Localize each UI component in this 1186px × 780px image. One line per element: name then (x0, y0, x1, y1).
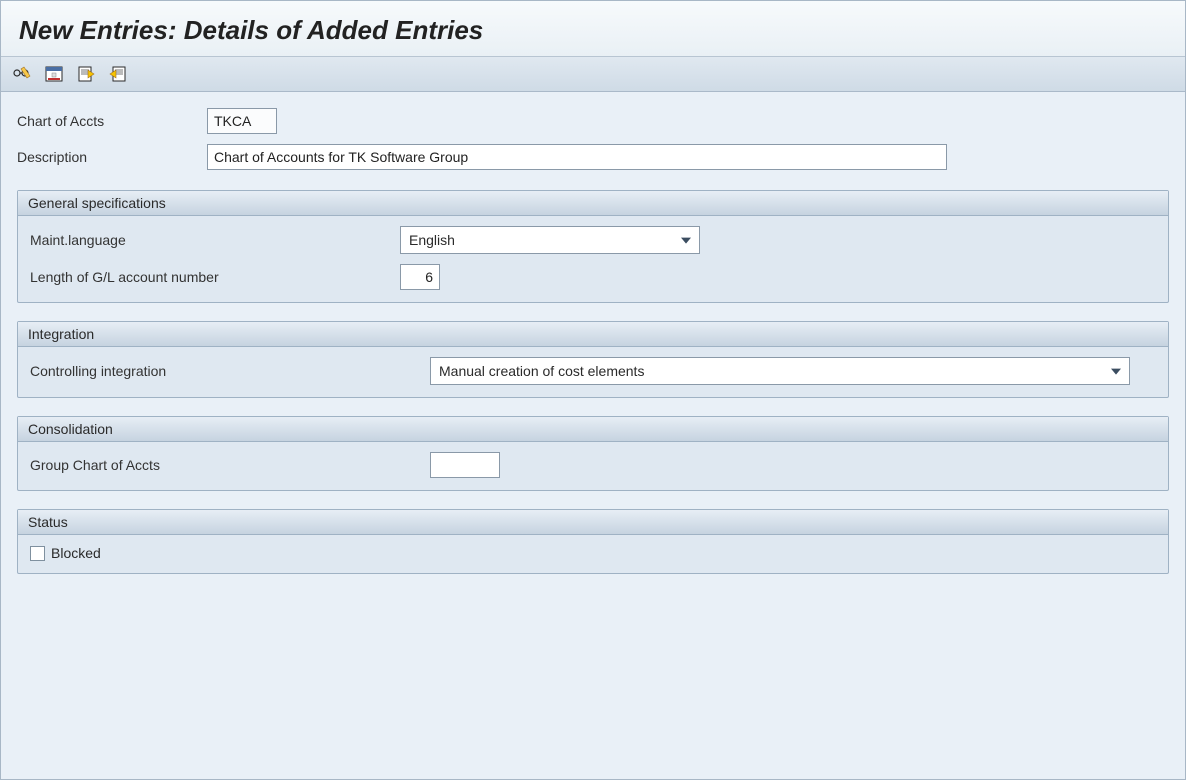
group-chart-field[interactable] (430, 452, 500, 478)
status-title: Status (18, 510, 1168, 535)
general-spec-title: General specifications (18, 191, 1168, 216)
previous-entry-icon (77, 66, 95, 82)
content-area: Chart of Accts Description General speci… (1, 92, 1185, 590)
maint-language-label: Maint.language (30, 232, 400, 248)
chevron-down-icon (1111, 369, 1121, 375)
window-root: New Entries: Details of Added Entries (0, 0, 1186, 780)
glasses-pencil-icon (13, 66, 31, 82)
toolbar (1, 57, 1185, 92)
consolidation-group: Consolidation Group Chart of Accts (17, 416, 1169, 491)
maint-language-select[interactable]: English (400, 226, 700, 254)
controlling-integration-label: Controlling integration (30, 363, 430, 379)
gl-length-field[interactable] (400, 264, 440, 290)
maint-language-value: English (409, 232, 455, 248)
general-spec-group: General specifications Maint.language En… (17, 190, 1169, 303)
controlling-integration-select[interactable]: Manual creation of cost elements (430, 357, 1130, 385)
chevron-down-icon (681, 238, 691, 244)
blocked-checkbox[interactable] (30, 546, 45, 561)
description-field[interactable] (207, 144, 947, 170)
next-entry-button[interactable] (107, 63, 129, 85)
header-fields: Chart of Accts Description (17, 108, 1169, 170)
description-label: Description (17, 149, 207, 165)
page-title: New Entries: Details of Added Entries (19, 15, 1167, 46)
next-entry-icon (109, 66, 127, 82)
previous-entry-button[interactable] (75, 63, 97, 85)
titlebar: New Entries: Details of Added Entries (1, 1, 1185, 57)
blocked-label: Blocked (51, 545, 101, 561)
change-display-button[interactable] (11, 63, 33, 85)
chart-of-accts-label: Chart of Accts (17, 113, 207, 129)
gl-length-label: Length of G/L account number (30, 269, 400, 285)
delete-button[interactable] (43, 63, 65, 85)
status-group: Status Blocked (17, 509, 1169, 574)
delete-icon (45, 66, 63, 82)
integration-title: Integration (18, 322, 1168, 347)
consolidation-title: Consolidation (18, 417, 1168, 442)
group-chart-label: Group Chart of Accts (30, 457, 430, 473)
integration-group: Integration Controlling integration Manu… (17, 321, 1169, 398)
chart-of-accts-field[interactable] (207, 108, 277, 134)
controlling-integration-value: Manual creation of cost elements (439, 363, 644, 379)
